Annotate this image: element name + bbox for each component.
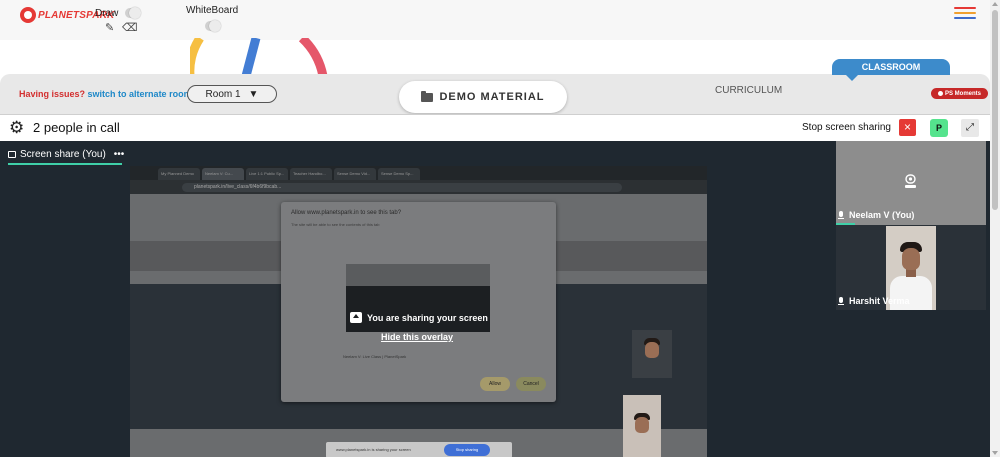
sharing-overlay-panel xyxy=(346,286,490,332)
camera-off-icon xyxy=(905,174,916,188)
participant-name: Neelam V (You) xyxy=(849,210,915,220)
draw-toggle[interactable] xyxy=(125,7,141,19)
screen-share-icon xyxy=(8,150,16,158)
screen-share-tab[interactable]: Screen share (You) ••• xyxy=(8,147,124,161)
shared-browser-tab: Sense Demo Vid... xyxy=(334,168,376,180)
folder-icon xyxy=(421,90,434,102)
shared-cancel-button: Cancel xyxy=(516,377,546,391)
shared-browser-tab-strip: My Planned Demo Neelam V: Cu... Live 1:1… xyxy=(130,166,707,180)
demo-material-button[interactable]: DEMO MATERIAL xyxy=(399,81,567,113)
sharing-overlay-message: You are sharing your screen xyxy=(350,312,488,323)
page: PLANETSPARK Draw ✎ ⌫ WhiteBoard Having i… xyxy=(0,0,1000,457)
mic-icon xyxy=(838,296,844,306)
shared-mini-tile xyxy=(632,330,672,378)
ps-moments-label: PS Moments xyxy=(944,90,981,97)
shared-browser-tab: Sense Demo Sp... xyxy=(378,168,420,180)
shared-browser-tab: Neelam V: Cu... xyxy=(202,168,244,180)
shared-allow-button: Allow xyxy=(480,377,510,391)
room-select[interactable]: Room 1 ▼ xyxy=(187,85,277,103)
active-tab-indicator xyxy=(8,163,122,165)
shared-browser-tab: My Planned Demo xyxy=(158,168,200,180)
participant-name: Harshit Verma xyxy=(849,296,910,306)
expand-icon[interactable]: ⤢ xyxy=(961,119,979,137)
whiteboard-toggle[interactable] xyxy=(205,20,221,32)
sharing-overlay-text: You are sharing your screen xyxy=(367,312,488,323)
shared-face xyxy=(635,417,649,433)
shared-dialog-title: Allow www.planetspark.in to see this tab… xyxy=(291,210,402,216)
stop-screen-sharing-label: Stop screen sharing xyxy=(802,122,891,133)
hamburger-menu-icon[interactable] xyxy=(954,7,976,19)
room-select-value: Room 1 xyxy=(205,88,241,100)
people-in-call-count: 2 people in call xyxy=(33,120,120,135)
scroll-down-arrow-icon[interactable] xyxy=(992,451,998,455)
draw-label: Draw xyxy=(95,8,119,19)
share-upload-icon xyxy=(350,312,362,323)
issue-text: Having issues? xyxy=(19,89,86,99)
participant-face xyxy=(902,248,920,270)
screen-share-tab-label: Screen share (You) xyxy=(20,148,106,160)
ps-moments-button[interactable]: PS Moments xyxy=(931,88,988,99)
demo-material-label: DEMO MATERIAL xyxy=(439,91,545,103)
camera-icon xyxy=(937,91,943,96)
scroll-up-arrow-icon[interactable] xyxy=(992,2,998,6)
presenter-avatar[interactable]: P xyxy=(930,119,948,137)
tab-curriculum[interactable]: CURRICULUM xyxy=(715,85,782,96)
scrollbar-thumb[interactable] xyxy=(992,10,998,210)
switch-room-link[interactable]: switch to alternate room xyxy=(88,89,192,99)
mic-icon xyxy=(838,210,844,220)
eraser-icon[interactable]: ⌫ xyxy=(122,23,138,34)
whiteboard-label: WhiteBoard xyxy=(186,5,239,16)
pencil-icon[interactable]: ✎ xyxy=(105,23,114,34)
participant-neck xyxy=(906,269,916,277)
shared-browser-tab: Teacher Handbo... xyxy=(290,168,332,180)
logo-mark-icon xyxy=(20,7,36,23)
top-toolbar xyxy=(0,0,990,40)
more-options-icon[interactable]: ••• xyxy=(114,149,125,160)
participant-name-badge: Neelam V (You) xyxy=(838,210,914,220)
shared-face xyxy=(645,342,659,358)
stop-screen-sharing-button[interactable]: × xyxy=(899,119,916,136)
shared-browser-tab: Live 1:1 Public Sp... xyxy=(246,168,288,180)
shared-stop-sharing-button: Stop sharing xyxy=(444,444,490,456)
shared-address-bar: planetspark.in/live_class/6f4b6f9bcab... xyxy=(182,183,622,192)
hide-overlay-link[interactable]: Hide this overlay xyxy=(381,332,453,342)
tab-classroom[interactable]: CLASSROOM xyxy=(832,59,950,81)
dropdown-arrow-icon: ▼ xyxy=(248,88,259,100)
participant-name-badge: Harshit Verma xyxy=(838,296,910,306)
shared-dialog-subtitle: The site will be able to see the content… xyxy=(291,222,380,227)
gear-icon[interactable]: ⚙ xyxy=(9,119,24,136)
issue-message: Having issues? switch to alternate room xyxy=(19,89,192,99)
shared-mini-tile xyxy=(623,395,661,457)
shared-dialog-entry: Neelam V: Live Class | PlanetSpark xyxy=(343,354,407,359)
